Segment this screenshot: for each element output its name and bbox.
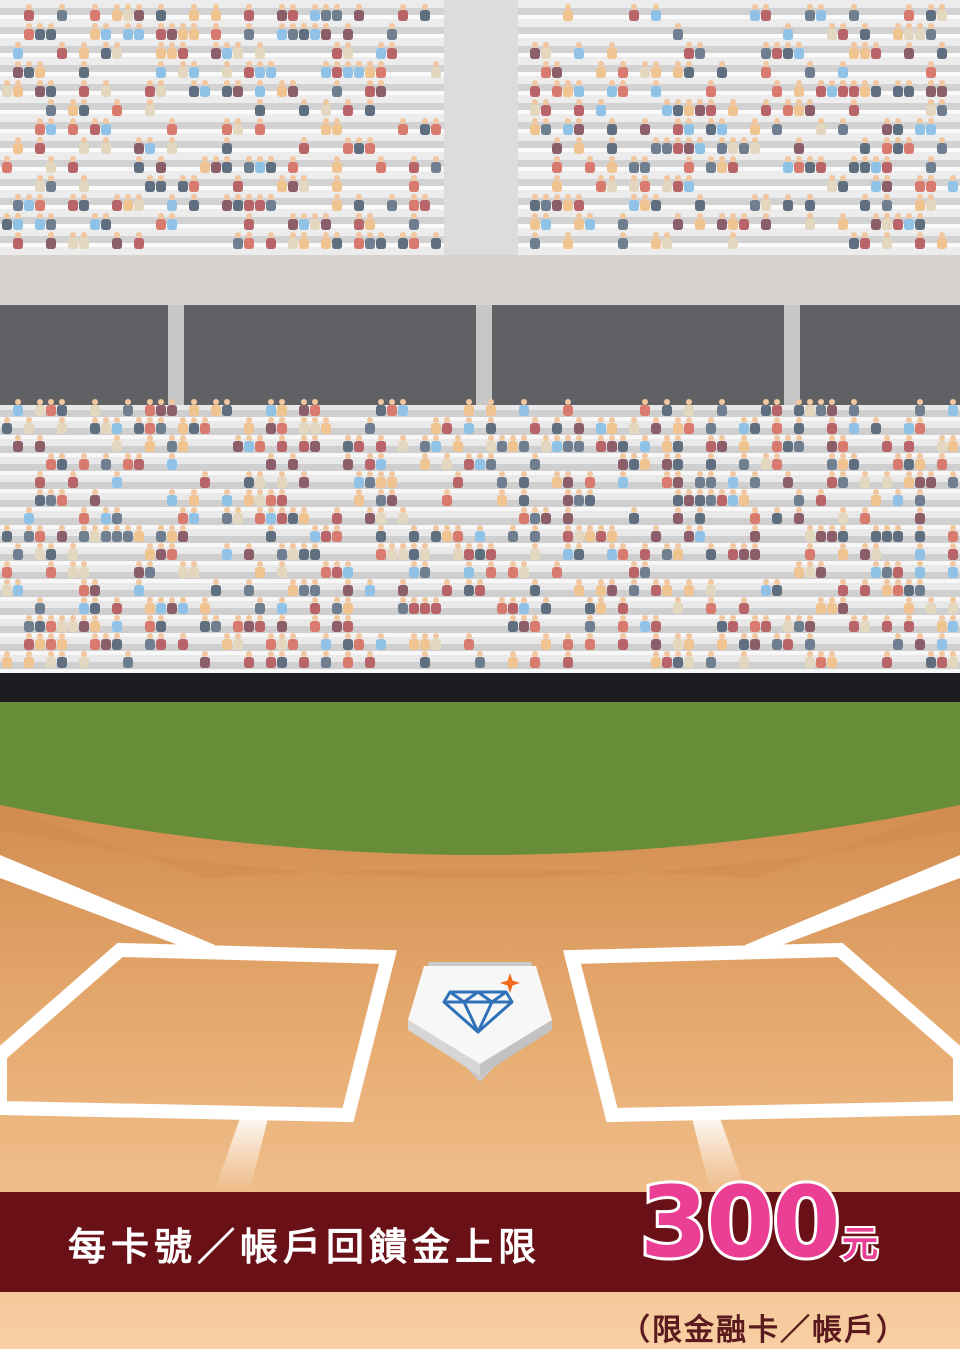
upper-aisle: [444, 0, 518, 255]
promo-currency: 元: [840, 1222, 880, 1267]
promo-amount: 300: [637, 1165, 844, 1281]
baseball-field-scene: [0, 0, 960, 1347]
promo-note: （限金融卡／帳戶）: [620, 1313, 908, 1348]
promo-headline: 每卡號／帳戶回饋金上限: [68, 1225, 542, 1269]
